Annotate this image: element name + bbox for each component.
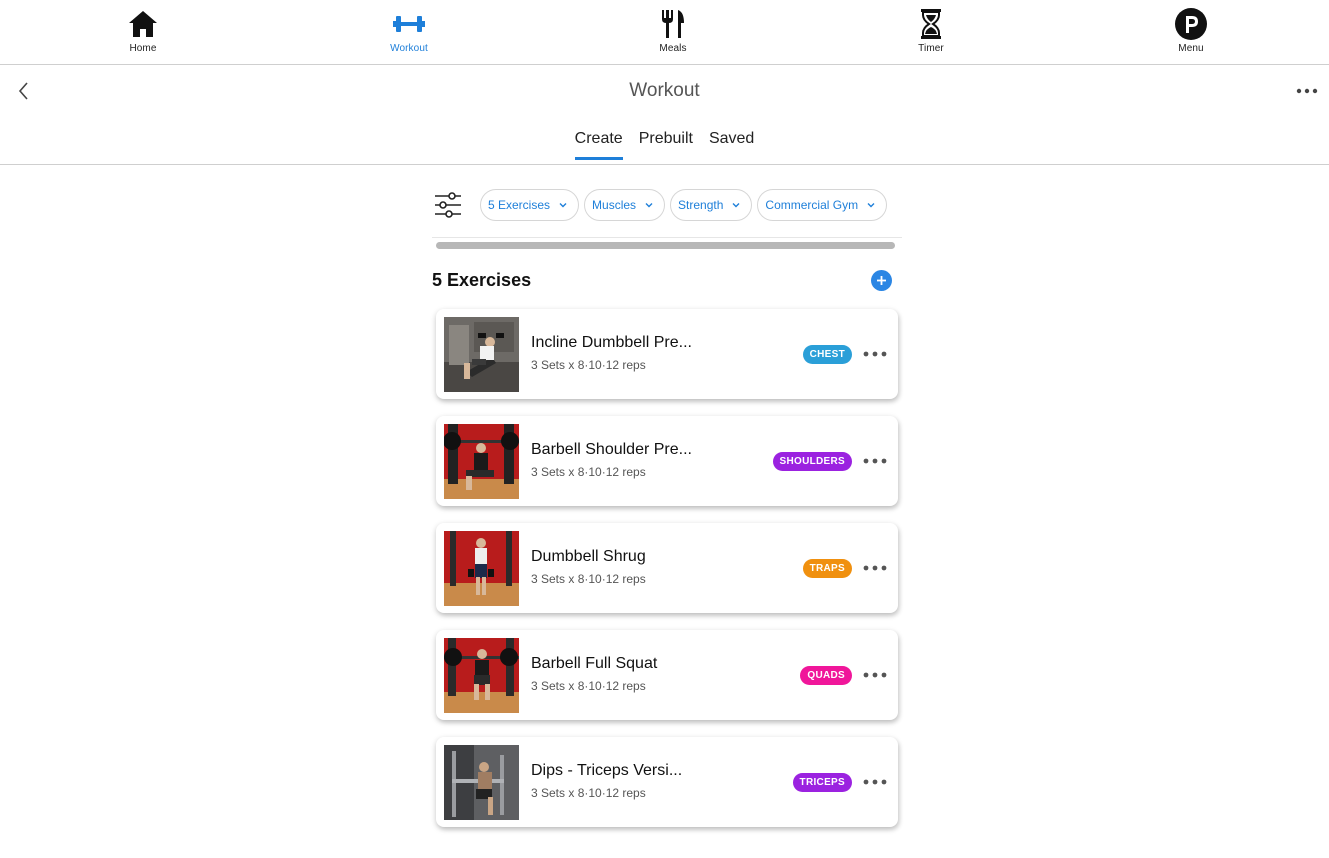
exercise-name: Incline Dumbbell Pre... [531, 334, 692, 351]
exercise-card[interactable]: Dips - Triceps Versi... 3 Sets x 8·10·12… [436, 737, 898, 827]
nav-label: Timer [918, 43, 944, 54]
exercise-card[interactable]: Dumbbell Shrug 3 Sets x 8·10·12 reps TRA… [436, 523, 898, 613]
nav-label: Workout [390, 43, 428, 54]
muscle-badge: QUADS [800, 666, 852, 685]
filter-chip-muscles[interactable]: Muscles [584, 189, 666, 221]
exercise-thumbnail [444, 424, 519, 499]
fork-knife-icon [657, 8, 689, 40]
exercise-card[interactable]: Barbell Full Squat 3 Sets x 8·10·12 reps… [436, 630, 898, 720]
exercise-sets: 3 Sets x 8·10·12 reps [531, 572, 646, 586]
chip-label: Commercial Gym [765, 198, 859, 212]
muscle-badge: TRAPS [802, 559, 852, 578]
muscle-badge: TRICEPS [792, 773, 852, 792]
filter-chip-exercises[interactable]: 5 Exercises [480, 189, 580, 221]
exercise-options-button[interactable] [862, 773, 888, 791]
tab-create[interactable]: Create [574, 130, 623, 160]
ellipsis-icon [863, 779, 887, 785]
exercise-options-button[interactable] [862, 345, 888, 363]
top-navigation: Home Workout Meals Timer Menu [0, 0, 1329, 65]
chevron-down-icon [559, 203, 567, 208]
exercise-options-button[interactable] [862, 452, 888, 470]
filter-chip-strength[interactable]: Strength [670, 189, 753, 221]
filter-scrollbar[interactable] [432, 237, 902, 250]
dumbbell-icon [393, 8, 425, 40]
chip-label: Strength [678, 198, 724, 212]
ellipsis-icon [863, 672, 887, 678]
add-exercise-button[interactable] [871, 270, 892, 291]
nav-label: Menu [1178, 43, 1204, 54]
more-options-button[interactable] [1295, 81, 1319, 101]
nav-menu[interactable]: Menu [1131, 0, 1251, 64]
exercise-name: Barbell Shoulder Pre... [531, 441, 692, 458]
page-title: Workout [629, 80, 700, 101]
exercise-name: Barbell Full Squat [531, 655, 658, 672]
profile-p-icon [1175, 8, 1207, 40]
nav-label: Home [129, 43, 157, 54]
exercise-thumbnail [444, 638, 519, 713]
nav-meals[interactable]: Meals [613, 0, 733, 64]
ellipsis-icon [863, 458, 887, 464]
exercise-thumbnail [444, 317, 519, 392]
nav-workout[interactable]: Workout [349, 0, 469, 64]
ellipsis-icon [863, 565, 887, 571]
filter-chips: 5 Exercises Muscles Strength Commercial … [480, 189, 902, 221]
page-header: Workout Create Prebuilt Saved [0, 65, 1329, 165]
exercise-thumbnail [444, 531, 519, 606]
tab-bar: Create Prebuilt Saved [0, 130, 1329, 160]
scrollbar-thumb[interactable] [436, 242, 895, 249]
tab-prebuilt[interactable]: Prebuilt [639, 130, 693, 160]
chip-label: Muscles [592, 198, 637, 212]
muscle-badge: CHEST [802, 345, 852, 364]
filter-chip-equipment[interactable]: Commercial Gym [757, 189, 888, 221]
exercise-name: Dips - Triceps Versi... [531, 762, 683, 779]
exercise-card[interactable]: Incline Dumbbell Pre... 3 Sets x 8·10·12… [436, 309, 898, 399]
nav-label: Meals [659, 43, 687, 54]
chevron-down-icon [867, 203, 875, 208]
exercise-sets: 3 Sets x 8·10·12 reps [531, 786, 646, 800]
exercise-options-button[interactable] [862, 559, 888, 577]
tab-saved[interactable]: Saved [709, 130, 754, 160]
filter-settings-button[interactable] [432, 190, 464, 220]
exercise-name: Dumbbell Shrug [531, 548, 646, 565]
nav-home[interactable]: Home [83, 0, 203, 64]
section-title: 5 Exercises [432, 270, 532, 290]
exercise-card[interactable]: Barbell Shoulder Pre... 3 Sets x 8·10·12… [436, 416, 898, 506]
nav-timer[interactable]: Timer [871, 0, 991, 64]
exercise-options-button[interactable] [862, 666, 888, 684]
exercise-sets: 3 Sets x 8·10·12 reps [531, 465, 646, 479]
chevron-down-icon [732, 203, 740, 208]
ellipsis-icon [863, 351, 887, 357]
exercise-sets: 3 Sets x 8·10·12 reps [531, 679, 646, 693]
hourglass-icon [915, 8, 947, 40]
muscle-badge: SHOULDERS [772, 452, 852, 471]
plus-icon [877, 276, 886, 285]
chip-label: 5 Exercises [488, 198, 551, 212]
chevron-down-icon [645, 203, 653, 208]
sliders-icon [435, 192, 461, 218]
exercise-thumbnail [444, 745, 519, 820]
home-icon [127, 8, 159, 40]
ellipsis-icon [1296, 88, 1318, 94]
exercise-sets: 3 Sets x 8·10·12 reps [531, 358, 646, 372]
